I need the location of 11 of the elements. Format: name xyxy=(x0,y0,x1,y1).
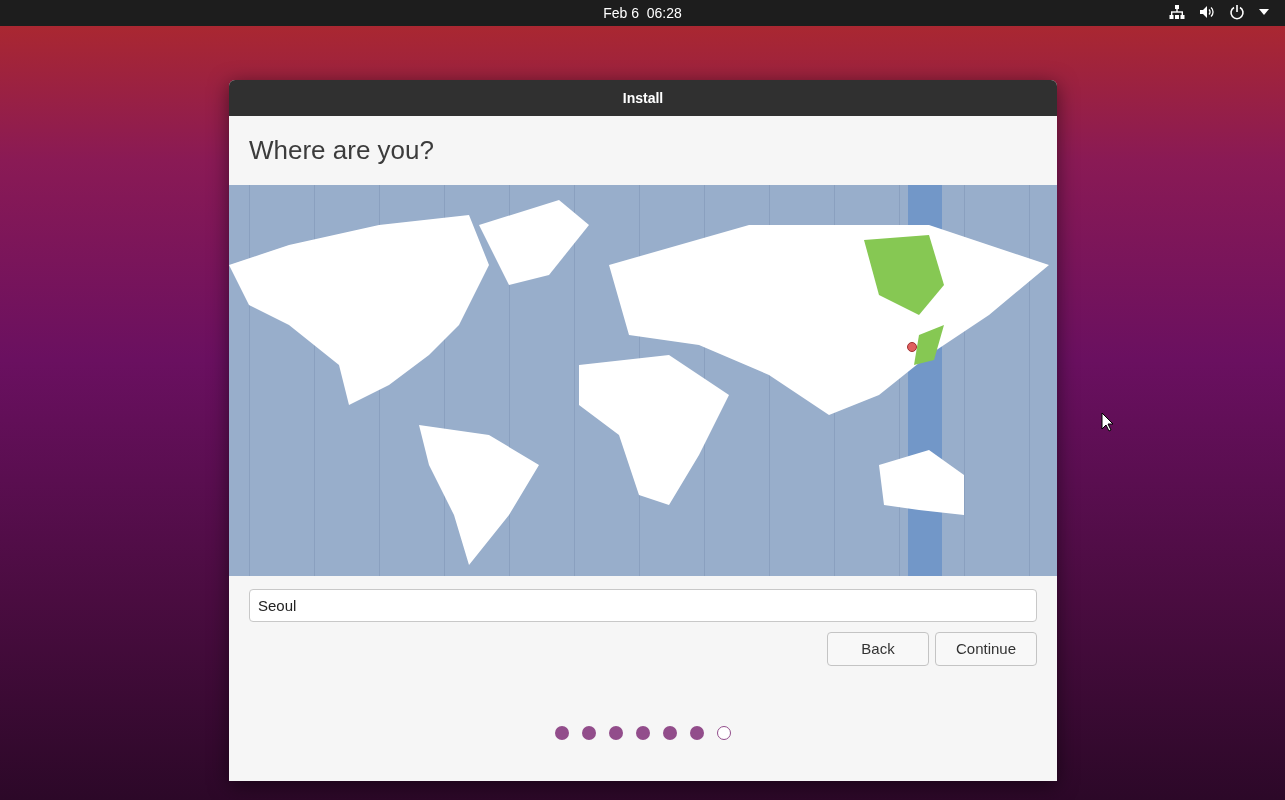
window-title: Install xyxy=(622,88,664,108)
mouse-pointer-icon xyxy=(1101,412,1115,432)
clock[interactable]: Feb 6 06:28 xyxy=(603,2,682,24)
caret-icon[interactable] xyxy=(1259,9,1269,15)
location-field[interactable]: Seoul xyxy=(249,589,1037,622)
network-icon[interactable] xyxy=(1169,4,1185,20)
page-heading: Where are you? xyxy=(249,134,434,167)
power-icon[interactable] xyxy=(1229,4,1245,20)
dialog-button[interactable]: Back xyxy=(827,632,929,666)
dialog-button[interactable]: Continue xyxy=(935,632,1037,666)
volume-icon[interactable] xyxy=(1199,4,1215,20)
